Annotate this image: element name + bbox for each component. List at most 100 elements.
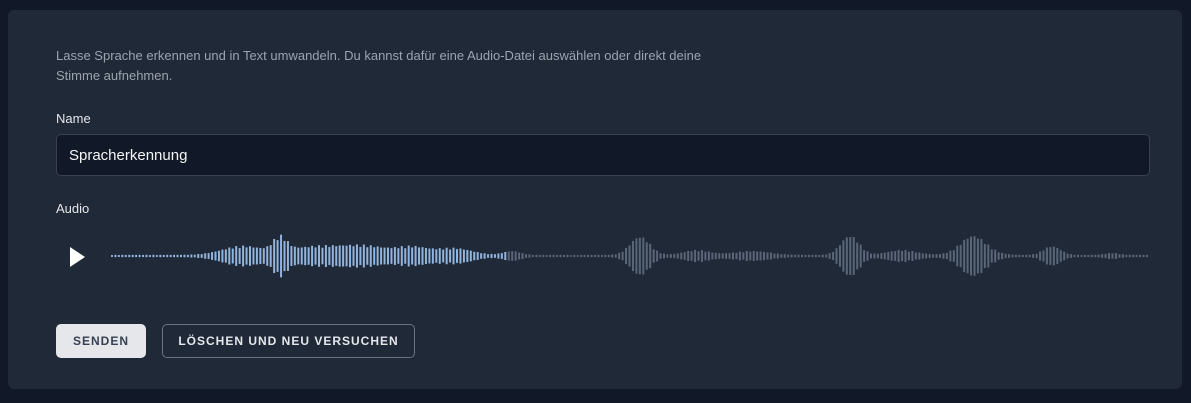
waveform-bar	[200, 254, 203, 258]
waveform-bar	[628, 245, 631, 267]
waveform-bar	[742, 252, 745, 260]
waveform-bar	[290, 246, 293, 266]
waveform-bar	[1063, 251, 1066, 261]
waveform-bar	[304, 246, 307, 266]
waveform-bar	[148, 255, 151, 257]
waveform-bar	[835, 248, 838, 264]
waveform-bar	[328, 246, 331, 266]
waveform-bar	[390, 248, 393, 264]
waveform-bar	[497, 253, 500, 259]
audio-waveform[interactable]	[111, 230, 1151, 282]
waveform-bar	[818, 254, 821, 258]
waveform-bar	[773, 253, 776, 259]
send-button[interactable]: SENDEN	[56, 324, 146, 358]
waveform-bar	[859, 244, 862, 268]
waveform-bar	[873, 253, 876, 259]
waveform-bar	[349, 244, 352, 268]
waveform-bar	[128, 254, 131, 258]
waveform-bar	[159, 254, 162, 258]
waveform-bar	[321, 247, 324, 265]
waveform-bar	[887, 252, 890, 260]
waveform-bar	[490, 253, 493, 259]
waveform-bar	[238, 248, 241, 264]
waveform-bar	[894, 251, 897, 261]
waveform-bar	[776, 253, 779, 259]
waveform-bar	[669, 254, 672, 258]
waveform-bar	[331, 245, 334, 267]
waveform-bar	[642, 237, 645, 275]
waveform-bar	[621, 251, 624, 261]
waveform-bar	[697, 251, 700, 261]
waveform-bar	[666, 254, 669, 258]
waveform-bar	[656, 250, 659, 262]
waveform-bar	[804, 254, 807, 258]
waveform-bar	[1139, 254, 1142, 258]
waveform-bar	[876, 253, 879, 259]
waveform-bar	[966, 238, 969, 274]
name-input[interactable]	[56, 134, 1150, 176]
waveform-bar	[117, 255, 120, 257]
waveform-bar	[259, 247, 262, 265]
waveform-bar	[1004, 253, 1007, 259]
waveform-bar	[1018, 254, 1021, 258]
waveform-bar	[721, 253, 724, 259]
waveform-bar	[431, 248, 434, 264]
waveform-bar	[393, 247, 396, 265]
waveform-bar	[452, 247, 455, 265]
waveform-bar	[1135, 254, 1138, 258]
waveform-bar	[487, 254, 490, 258]
waveform-bar	[545, 254, 548, 258]
waveform-bar	[204, 253, 207, 259]
waveform-bar	[652, 249, 655, 263]
waveform-bar	[252, 247, 255, 265]
waveform-bar	[897, 250, 900, 262]
waveform-bar	[404, 248, 407, 264]
waveform-bar	[832, 252, 835, 260]
waveform-bar	[559, 254, 562, 258]
waveform-bar	[794, 254, 797, 258]
waveform-bar	[1080, 255, 1083, 257]
waveform-bar	[142, 254, 145, 258]
waveform-bar	[921, 253, 924, 259]
waveform-bar	[480, 253, 483, 259]
waveform-bar	[124, 254, 127, 258]
waveform-bar	[155, 255, 158, 257]
waveform-bar	[963, 239, 966, 273]
waveform-bar	[235, 246, 238, 266]
waveform-bar	[728, 253, 731, 259]
waveform-bar	[821, 254, 824, 258]
waveform-bar	[939, 254, 941, 258]
waveform-bar	[421, 247, 424, 265]
waveform-bar	[1066, 253, 1069, 259]
waveform-bar	[366, 247, 369, 265]
waveform-bar	[1056, 247, 1059, 265]
waveform-bar	[790, 254, 793, 258]
waveform-bar	[293, 246, 296, 266]
reset-and-retry-button[interactable]: LÖSCHEN UND NEU VERSUCHEN	[162, 324, 415, 358]
play-button[interactable]	[62, 242, 92, 272]
waveform-bar	[673, 253, 676, 259]
waveform-bar	[1121, 254, 1124, 258]
waveform-bar	[283, 240, 286, 272]
waveform-bar	[166, 254, 169, 258]
waveform-bar	[359, 246, 362, 266]
waveform-bar	[1094, 254, 1097, 258]
waveform-bar	[576, 255, 579, 257]
waveform-bar	[1021, 254, 1024, 258]
waveform-bar	[676, 253, 679, 259]
waveform-bar	[694, 249, 697, 263]
waveform-bar	[169, 254, 172, 258]
waveform-bar	[373, 247, 376, 265]
waveform-bar	[297, 247, 300, 265]
waveform-bar	[183, 254, 186, 258]
waveform-bar	[1014, 254, 1017, 258]
waveform-bar	[266, 246, 269, 266]
waveform-bar	[797, 254, 800, 258]
waveform-bar	[138, 254, 141, 258]
waveform-bar	[473, 251, 476, 261]
waveform-bar	[766, 252, 769, 260]
waveform-bar	[242, 245, 245, 267]
waveform-bar	[587, 254, 590, 258]
waveform-bar	[362, 244, 365, 268]
waveform-bar	[518, 252, 521, 260]
